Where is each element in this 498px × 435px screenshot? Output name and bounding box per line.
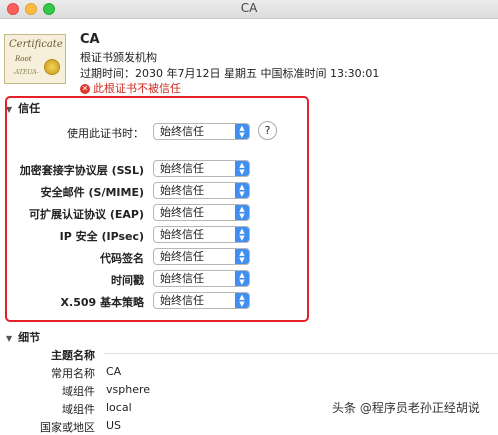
- certificate-icon-subtitle: Root: [15, 55, 32, 63]
- title-bar: CA: [0, 0, 498, 19]
- detail-key: 国家或地区: [40, 421, 95, 434]
- trust-label-ssl: 加密套接字协议层 (SSL): [19, 164, 144, 177]
- disclosure-triangle-icon: ▼: [6, 334, 13, 343]
- subject-divider: [104, 353, 498, 354]
- trust-value-ssl: 始终信任: [160, 162, 204, 175]
- certificate-seal-icon: [44, 59, 60, 75]
- trust-popup-smime[interactable]: 始终信任 ▲ ▼: [153, 182, 250, 199]
- untrusted-warning: ✕ 此根证书不被信任: [80, 80, 181, 96]
- untrusted-warning-text: 此根证书不被信任: [93, 82, 181, 95]
- trust-value-timestamp: 始终信任: [160, 272, 204, 285]
- trust-label-timestamp: 时间戳: [111, 274, 144, 287]
- trust-value-ipsec: 始终信任: [160, 228, 204, 241]
- trust-popup-eap[interactable]: 始终信任 ▲ ▼: [153, 204, 250, 221]
- certificate-icon-footer: -ATEUA-: [13, 69, 39, 76]
- certificate-icon-title: Certificate: [9, 39, 63, 50]
- detail-key: 域组件: [62, 403, 95, 416]
- popup-chevron-icon: ▲ ▼: [235, 124, 249, 139]
- subject-name-heading: 主题名称: [51, 349, 95, 362]
- use-cert-popup[interactable]: 始终信任 ▲ ▼: [153, 123, 250, 140]
- detail-value: CA: [106, 365, 122, 378]
- detail-value: local: [106, 401, 132, 414]
- use-cert-label: 使用此证书时：: [67, 127, 144, 140]
- certificate-type: 根证书颁发机构: [80, 51, 157, 64]
- trust-popup-ssl[interactable]: 始终信任 ▲ ▼: [153, 160, 250, 177]
- details-section-header[interactable]: ▼ 细节: [6, 329, 40, 345]
- detail-value: vsphere: [106, 383, 151, 396]
- trust-label-smime: 安全邮件 (S/MIME): [40, 186, 144, 199]
- trust-popup-x509[interactable]: 始终信任 ▲ ▼: [153, 292, 250, 309]
- certificate-expiry: 过期时间：2030 年7月12日 星期五 中国标准时间 13:30:01: [80, 67, 380, 80]
- error-x-icon: ✕: [80, 84, 90, 94]
- trust-value-code-signing: 始终信任: [160, 250, 204, 263]
- trust-label-code-signing: 代码签名: [100, 252, 144, 265]
- popup-chevron-icon: ▲ ▼: [235, 271, 249, 286]
- details-section-label: 细节: [18, 331, 41, 344]
- detail-key: 域组件: [62, 385, 95, 398]
- detail-value: US: [106, 419, 122, 432]
- trust-value-eap: 始终信任: [160, 206, 204, 219]
- trust-popup-ipsec[interactable]: 始终信任 ▲ ▼: [153, 226, 250, 243]
- popup-chevron-icon: ▲ ▼: [235, 227, 249, 242]
- trust-value-x509: 始终信任: [160, 294, 204, 307]
- trust-label-x509: X.509 基本策略: [60, 296, 144, 309]
- popup-chevron-icon: ▲ ▼: [235, 161, 249, 176]
- trust-value-smime: 始终信任: [160, 184, 204, 197]
- popup-chevron-icon: ▲ ▼: [235, 205, 249, 220]
- use-cert-value: 始终信任: [160, 125, 204, 138]
- window-title: CA: [240, 1, 258, 15]
- certificate-name: CA: [80, 32, 100, 47]
- trust-popup-timestamp[interactable]: 始终信任 ▲ ▼: [153, 270, 250, 287]
- detail-key: 常用名称: [51, 367, 95, 380]
- popup-chevron-icon: ▲ ▼: [235, 293, 249, 308]
- watermark: 头条 @程序员老孙正经胡说: [332, 401, 480, 415]
- certificate-icon: Certificate Root -ATEUA-: [4, 34, 66, 84]
- popup-chevron-icon: ▲ ▼: [235, 183, 249, 198]
- trust-label-eap: 可扩展认证协议 (EAP): [29, 208, 144, 221]
- popup-chevron-icon: ▲ ▼: [235, 249, 249, 264]
- trust-label-ipsec: IP 安全 (IPsec): [59, 230, 144, 243]
- help-button[interactable]: ?: [258, 121, 277, 140]
- trust-popup-code-signing[interactable]: 始终信任 ▲ ▼: [153, 248, 250, 265]
